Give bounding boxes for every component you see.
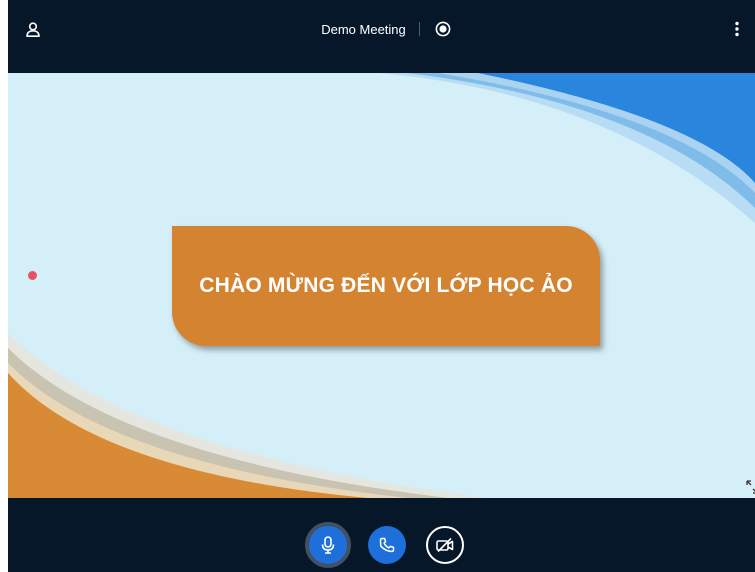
leave-audio-button[interactable] [368, 526, 406, 564]
slide-title: CHÀO MỪNG ĐẾN VỚI LỚP HỌC ẢO [199, 274, 573, 297]
microphone-button[interactable] [305, 522, 351, 568]
title-divider [418, 22, 420, 36]
meeting-title: Demo Meeting [321, 21, 406, 37]
record-icon [435, 21, 451, 37]
fullscreen-button[interactable] [746, 480, 755, 494]
phone-icon [379, 537, 395, 553]
meeting-title-area: Demo Meeting [8, 17, 755, 41]
more-vertical-icon [735, 21, 739, 37]
microphone-icon [321, 536, 335, 554]
presentation-area[interactable]: CHÀO MỪNG ĐẾN VỚI LỚP HỌC ẢO [8, 73, 755, 498]
camera-off-icon [436, 537, 454, 553]
record-button[interactable] [434, 20, 452, 38]
more-options-button[interactable] [730, 18, 744, 40]
top-bar: Demo Meeting [8, 0, 755, 73]
fullscreen-icon [746, 480, 755, 494]
camera-button[interactable] [426, 526, 464, 564]
presenter-pointer [28, 271, 37, 280]
slide-title-box: CHÀO MỪNG ĐẾN VỚI LỚP HỌC ẢO [172, 226, 600, 346]
meeting-app: Demo Meeting CHÀO MỪNG ĐẾN VỚI LỚP HỌC Ả… [8, 0, 755, 572]
bottom-controls-bar [8, 498, 755, 572]
